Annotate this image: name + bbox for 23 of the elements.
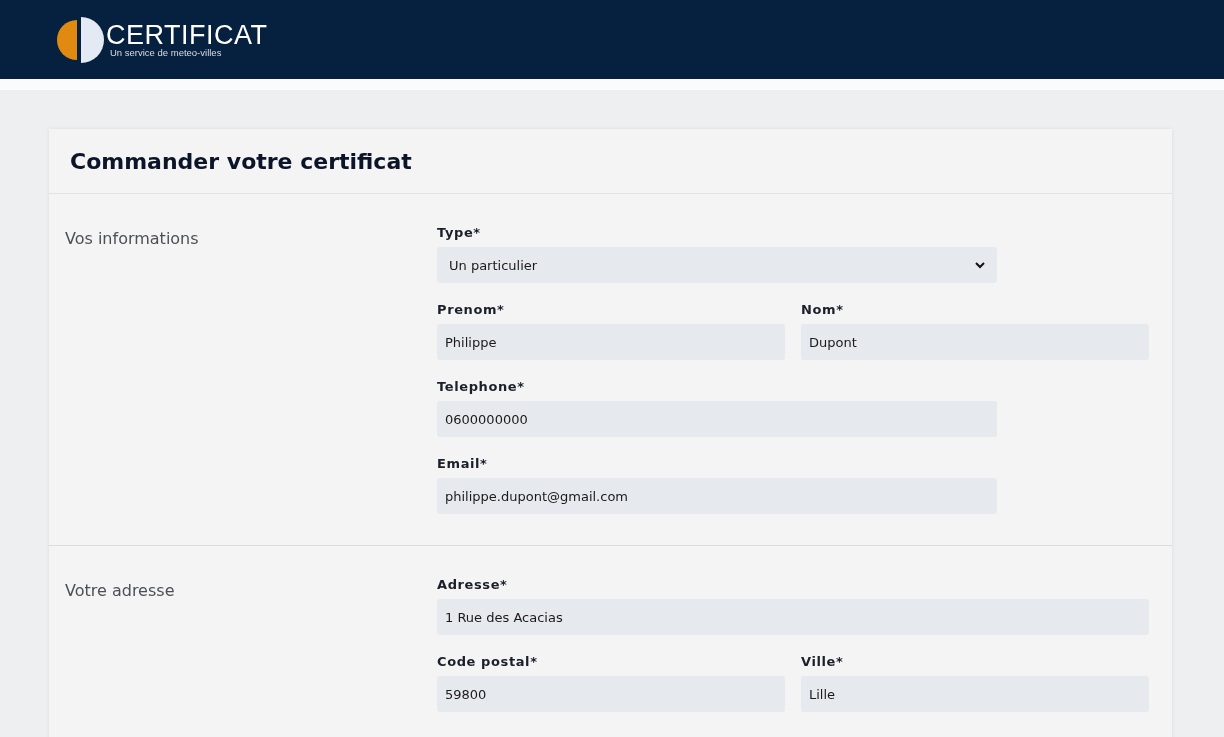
logo-title: CERTIFICAT: [106, 21, 268, 48]
input-field[interactable]: 0600000000: [437, 401, 997, 437]
card-title: Commander votre certificat: [70, 148, 412, 174]
input-field[interactable]: Dupont: [801, 324, 1149, 360]
field-label: Telephone*: [437, 378, 526, 395]
field-label: Prenom*: [437, 301, 506, 318]
input-field[interactable]: 1 Rue des Acacias: [437, 599, 1149, 635]
input-field[interactable]: philippe.dupont@gmail.com: [437, 478, 997, 514]
field-label: Nom*: [801, 301, 845, 318]
section-label: Vos informations: [65, 228, 200, 250]
field-label: Code postal*: [437, 653, 539, 670]
input-field[interactable]: Philippe: [437, 324, 785, 360]
chevron-down-icon: [975, 261, 985, 269]
type-dropdown[interactable]: Un particulier: [437, 247, 997, 283]
input-field[interactable]: Lille: [801, 676, 1149, 712]
logo-subtitle: Un service de meteo-villes: [110, 47, 223, 58]
field-label: Type*: [437, 224, 482, 241]
field-label: Email*: [437, 455, 489, 472]
field-label: Adresse*: [437, 576, 509, 593]
section-label: Votre adresse: [65, 580, 176, 602]
field-label: Ville*: [801, 653, 845, 670]
input-field[interactable]: 59800: [437, 676, 785, 712]
half-circles-logo-icon: [56, 15, 104, 64]
